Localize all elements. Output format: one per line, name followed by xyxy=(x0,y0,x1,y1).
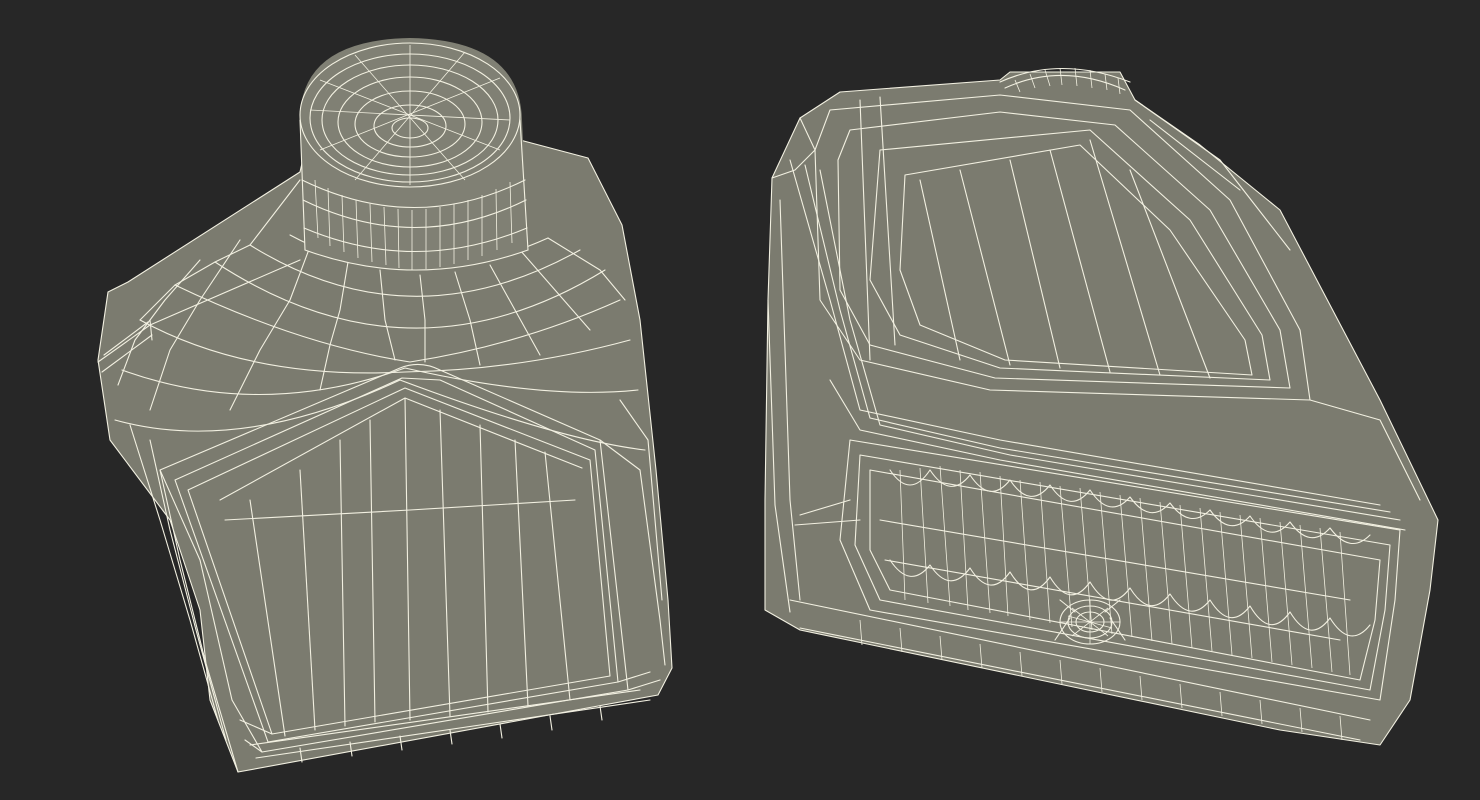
bottle-front-cap xyxy=(299,38,529,271)
wireframe-scene xyxy=(97,38,1439,773)
render-viewport xyxy=(0,0,1480,800)
bottle-bottom-view xyxy=(764,67,1439,746)
bottle-front-view xyxy=(97,38,673,773)
